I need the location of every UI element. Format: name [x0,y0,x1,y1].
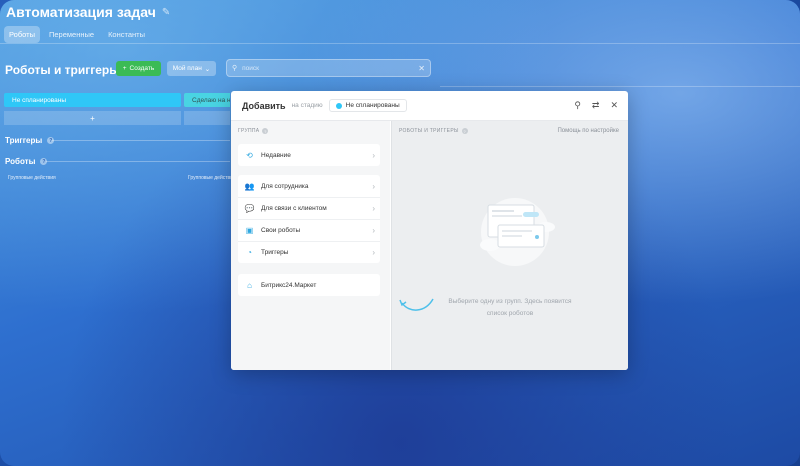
group-item-client[interactable]: 💬 Для связи с клиентом › [238,197,380,219]
empty-state-line: список роботов [486,310,534,317]
tabs: Роботы Переменные Константы [4,26,150,43]
empty-state-text: Выберите одну из групп. Здесь появится с… [392,296,628,320]
stage-prefix: на стадию [291,102,323,109]
search-icon: ⚲ [232,65,238,72]
chevron-down-icon: ⌄ [204,65,211,73]
dialog-title: Добавить [242,100,286,111]
robots-column-title: РОБОТЫ И ТРИГГЕРЫ [399,128,459,134]
history-icon: ⟲ [246,150,253,160]
group-item-own-robots[interactable]: ▣ Свои роботы › [238,219,380,241]
group-list-panel: ГРУППА ? ⟲ Недавние › 👥 Для сотрудника ›… [231,121,390,370]
search-box: ⚲ ✕ [226,59,431,77]
plus-icon: + [122,65,127,72]
add-robot-dialog: Добавить на стадию Не спланированы ⚲ ⇄ ✕… [231,91,628,370]
market-icon: ⌂ [247,280,252,290]
robot-icon: ▣ [245,226,254,235]
close-icon[interactable]: ✕ [610,100,618,111]
divider [0,43,800,44]
app-title: Автоматизация задач [6,4,156,20]
stage-column-header[interactable]: Сделаю на нед [184,93,230,107]
stage-color-dot [335,102,342,109]
users-icon: 👥 [244,181,255,191]
pin-icon[interactable]: ✎ [162,7,170,18]
group-item-label: Для связи с клиентом [261,205,327,212]
trigger-icon: ◔ [247,248,252,257]
help-icon[interactable]: ? [461,128,468,134]
divider [440,86,800,87]
group-item-recent[interactable]: ⟲ Недавние › [238,144,380,166]
my-plan-button[interactable]: Мой план ⌄ [167,61,216,76]
chat-icon: 💬 [244,204,255,213]
stage-selector-label: Не спланированы [345,102,400,109]
triggers-section: Триггеры ? [5,136,55,145]
group-item-label: Для сотрудника [261,182,309,190]
group-item-label: Недавние [261,151,291,159]
app-title-wrap: Автоматизация задач ✎ [6,4,170,20]
triggers-section-label: Триггеры [5,136,43,145]
empty-state-illustration [480,198,555,266]
robots-panel: РОБОТЫ И ТРИГГЕРЫ ? Помощь по настройке [391,121,628,370]
group-column-title: ГРУППА [238,128,260,134]
chevron-right-icon: › [372,181,375,191]
group-column-header: ГРУППА ? [238,128,269,134]
group-item-label: Битрикс24.Маркет [261,281,317,289]
help-icon[interactable]: ? [262,128,269,134]
group-actions-link[interactable]: Групповые действия [8,175,56,181]
group-actions-link[interactable]: Групповые действия [188,175,236,181]
robots-column-header: РОБОТЫ И ТРИГГЕРЫ ? [399,128,468,134]
tab-robots[interactable]: Роботы [4,26,40,43]
chevron-right-icon: › [372,226,375,235]
search-icon[interactable]: ⚲ [574,100,581,111]
chevron-right-icon: › [372,204,375,213]
settings-sliders-icon[interactable]: ⇄ [592,100,600,111]
empty-state-line: Выберите одну из групп. Здесь появится [448,298,572,305]
window-background: Автоматизация задач ✎ Роботы Переменные … [0,0,800,466]
dialog-actions: ⚲ ⇄ ✕ [574,100,618,111]
page-title: Роботы и триггеры [5,63,120,77]
add-robot-cell[interactable] [184,111,230,125]
robots-section: Роботы ? [5,157,48,166]
divider [52,140,230,141]
divider [46,161,230,162]
tab-constants[interactable]: Константы [103,26,150,43]
group-item-employee[interactable]: 👥 Для сотрудника › [238,175,380,197]
dialog-header: Добавить на стадию Не спланированы [231,91,628,121]
search-input[interactable] [242,64,414,72]
robots-section-label: Роботы [5,157,36,166]
my-plan-label: Мой план [172,65,202,72]
group-item-label: Триггеры [261,249,289,256]
add-robot-cell[interactable]: + [4,111,181,125]
group-item-market[interactable]: ⌂ Битрикс24.Маркет [238,274,380,296]
chevron-right-icon: › [372,150,375,160]
chevron-right-icon: › [372,248,375,257]
help-link[interactable]: Помощь по настройке [557,128,619,134]
create-button-label: Создать [129,65,155,72]
tab-variables[interactable]: Переменные [44,26,99,43]
create-button[interactable]: + Создать [116,61,161,76]
group-item-label: Свои роботы [261,227,301,234]
stage-column-header[interactable]: Не спланированы [4,93,181,107]
clear-icon[interactable]: ✕ [418,64,425,73]
stage-selector[interactable]: Не спланированы [328,99,407,112]
group-item-triggers[interactable]: ◔ Триггеры › [238,241,380,263]
